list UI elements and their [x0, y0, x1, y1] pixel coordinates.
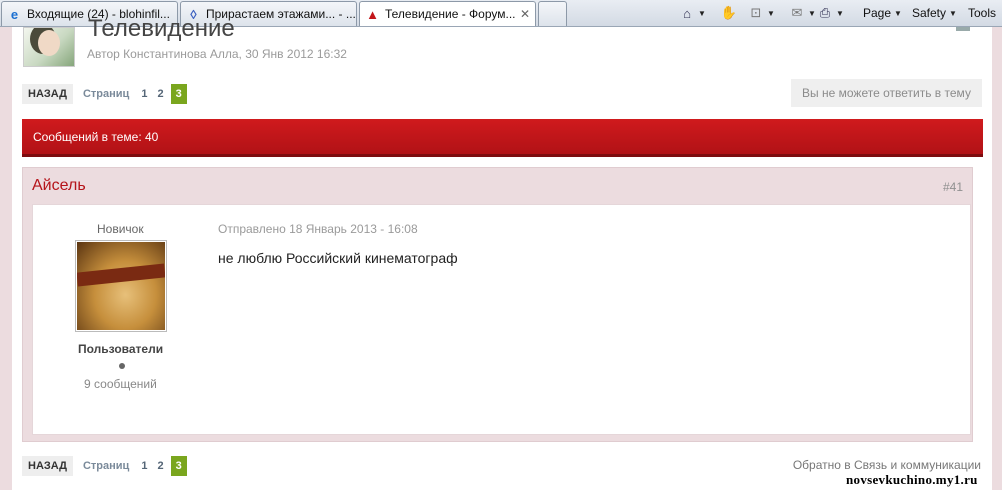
- user-group: Пользователи: [78, 342, 164, 356]
- topic-author-avatar[interactable]: [23, 27, 75, 67]
- printer-icon: ⎙: [819, 5, 831, 20]
- post-header: Айсель #41: [23, 168, 972, 204]
- close-tab-icon[interactable]: ✕: [520, 7, 530, 21]
- post-date: Отправлено 18 Январь 2013 - 16:08: [218, 222, 418, 236]
- page-link-current: 3: [170, 456, 187, 476]
- pages-label: Страниц: [82, 88, 130, 100]
- post-author-link[interactable]: Айсель: [32, 177, 86, 195]
- chevron-down-icon: ▼: [767, 8, 775, 18]
- topic-stats-bar: Сообщений в теме: 40: [22, 119, 983, 157]
- home-icon: ⌂: [683, 5, 691, 21]
- page-link-1[interactable]: 1: [136, 456, 152, 476]
- pagination-bottom: НАЗАД Страниц 1 2 3: [22, 455, 187, 477]
- watermark: novsevkuchino.my1.ru: [846, 472, 978, 487]
- page-link-2[interactable]: 2: [152, 456, 168, 476]
- safety-menu[interactable]: Safety ▼: [912, 4, 957, 22]
- feeds-button[interactable]: ⊡ ▼: [748, 4, 775, 22]
- back-button[interactable]: НАЗАД: [22, 456, 73, 476]
- chevron-down-icon: ▼: [808, 8, 816, 18]
- chevron-down-icon: ▼: [949, 8, 957, 18]
- safety-menu-label: Safety: [912, 6, 947, 20]
- pages-label: Страниц: [82, 460, 130, 472]
- rss-icon: ⊡: [750, 5, 762, 20]
- print-button[interactable]: ⎙ ▼: [817, 4, 844, 22]
- user-rank: Новичок: [97, 222, 144, 236]
- chevron-down-icon: ▼: [698, 8, 706, 18]
- home-button[interactable]: ⌂ ▼: [679, 4, 706, 22]
- menu-icon[interactable]: [956, 27, 970, 31]
- status-dot-icon: [119, 363, 125, 369]
- page-menu-label: Page: [863, 6, 892, 20]
- cannot-reply-button[interactable]: Вы не можете ответить в тему: [791, 79, 982, 107]
- chevron-down-icon: ▼: [836, 8, 844, 18]
- tools-menu[interactable]: Tools: [968, 4, 996, 22]
- avatar[interactable]: [75, 240, 167, 332]
- page-link-2[interactable]: 2: [152, 84, 168, 104]
- tools-menu-label: Tools: [968, 6, 997, 20]
- back-to-forum-link[interactable]: Обратно в Связь и коммуникации: [793, 458, 981, 472]
- forum-icon: ▲: [366, 6, 379, 22]
- page-link-current: 3: [170, 84, 187, 104]
- browser-tab-forum[interactable]: ▲ Телевидение - Форум... ✕: [359, 1, 536, 26]
- post: Айсель #41 Новичок Пользователи 9 сообще…: [22, 167, 973, 442]
- post-number-link[interactable]: #41: [943, 180, 963, 194]
- post-text: не люблю Российский кинематограф: [218, 250, 458, 266]
- page-menu[interactable]: Page ▼: [863, 4, 902, 22]
- hand-icon: ✋: [720, 5, 738, 20]
- forum-page: Телевидение Автор Константинова Алла, 30…: [12, 15, 992, 490]
- user-post-count: 9 сообщений: [84, 377, 157, 391]
- mail-icon: ✉: [791, 5, 803, 20]
- topic-meta: Автор Константинова Алла, 30 Янв 2012 16…: [87, 47, 347, 61]
- back-button[interactable]: НАЗАД: [22, 84, 73, 104]
- posts-in-topic: Сообщений в теме: 40: [33, 129, 159, 144]
- chevron-down-icon: ▼: [894, 8, 902, 18]
- page-title: Телевидение: [88, 15, 235, 42]
- tab-label: Телевидение - Форум...: [385, 7, 516, 21]
- ie-icon: e: [10, 6, 19, 22]
- pagination-top: НАЗАД Страниц 1 2 3: [22, 83, 187, 105]
- post-body: Новичок Пользователи 9 сообщений Отправл…: [32, 204, 971, 435]
- hand-tool-button[interactable]: ✋: [721, 4, 737, 22]
- page-link-1[interactable]: 1: [136, 84, 152, 104]
- new-tab-button[interactable]: [538, 1, 567, 26]
- mail-button[interactable]: ✉ ▼: [789, 4, 816, 22]
